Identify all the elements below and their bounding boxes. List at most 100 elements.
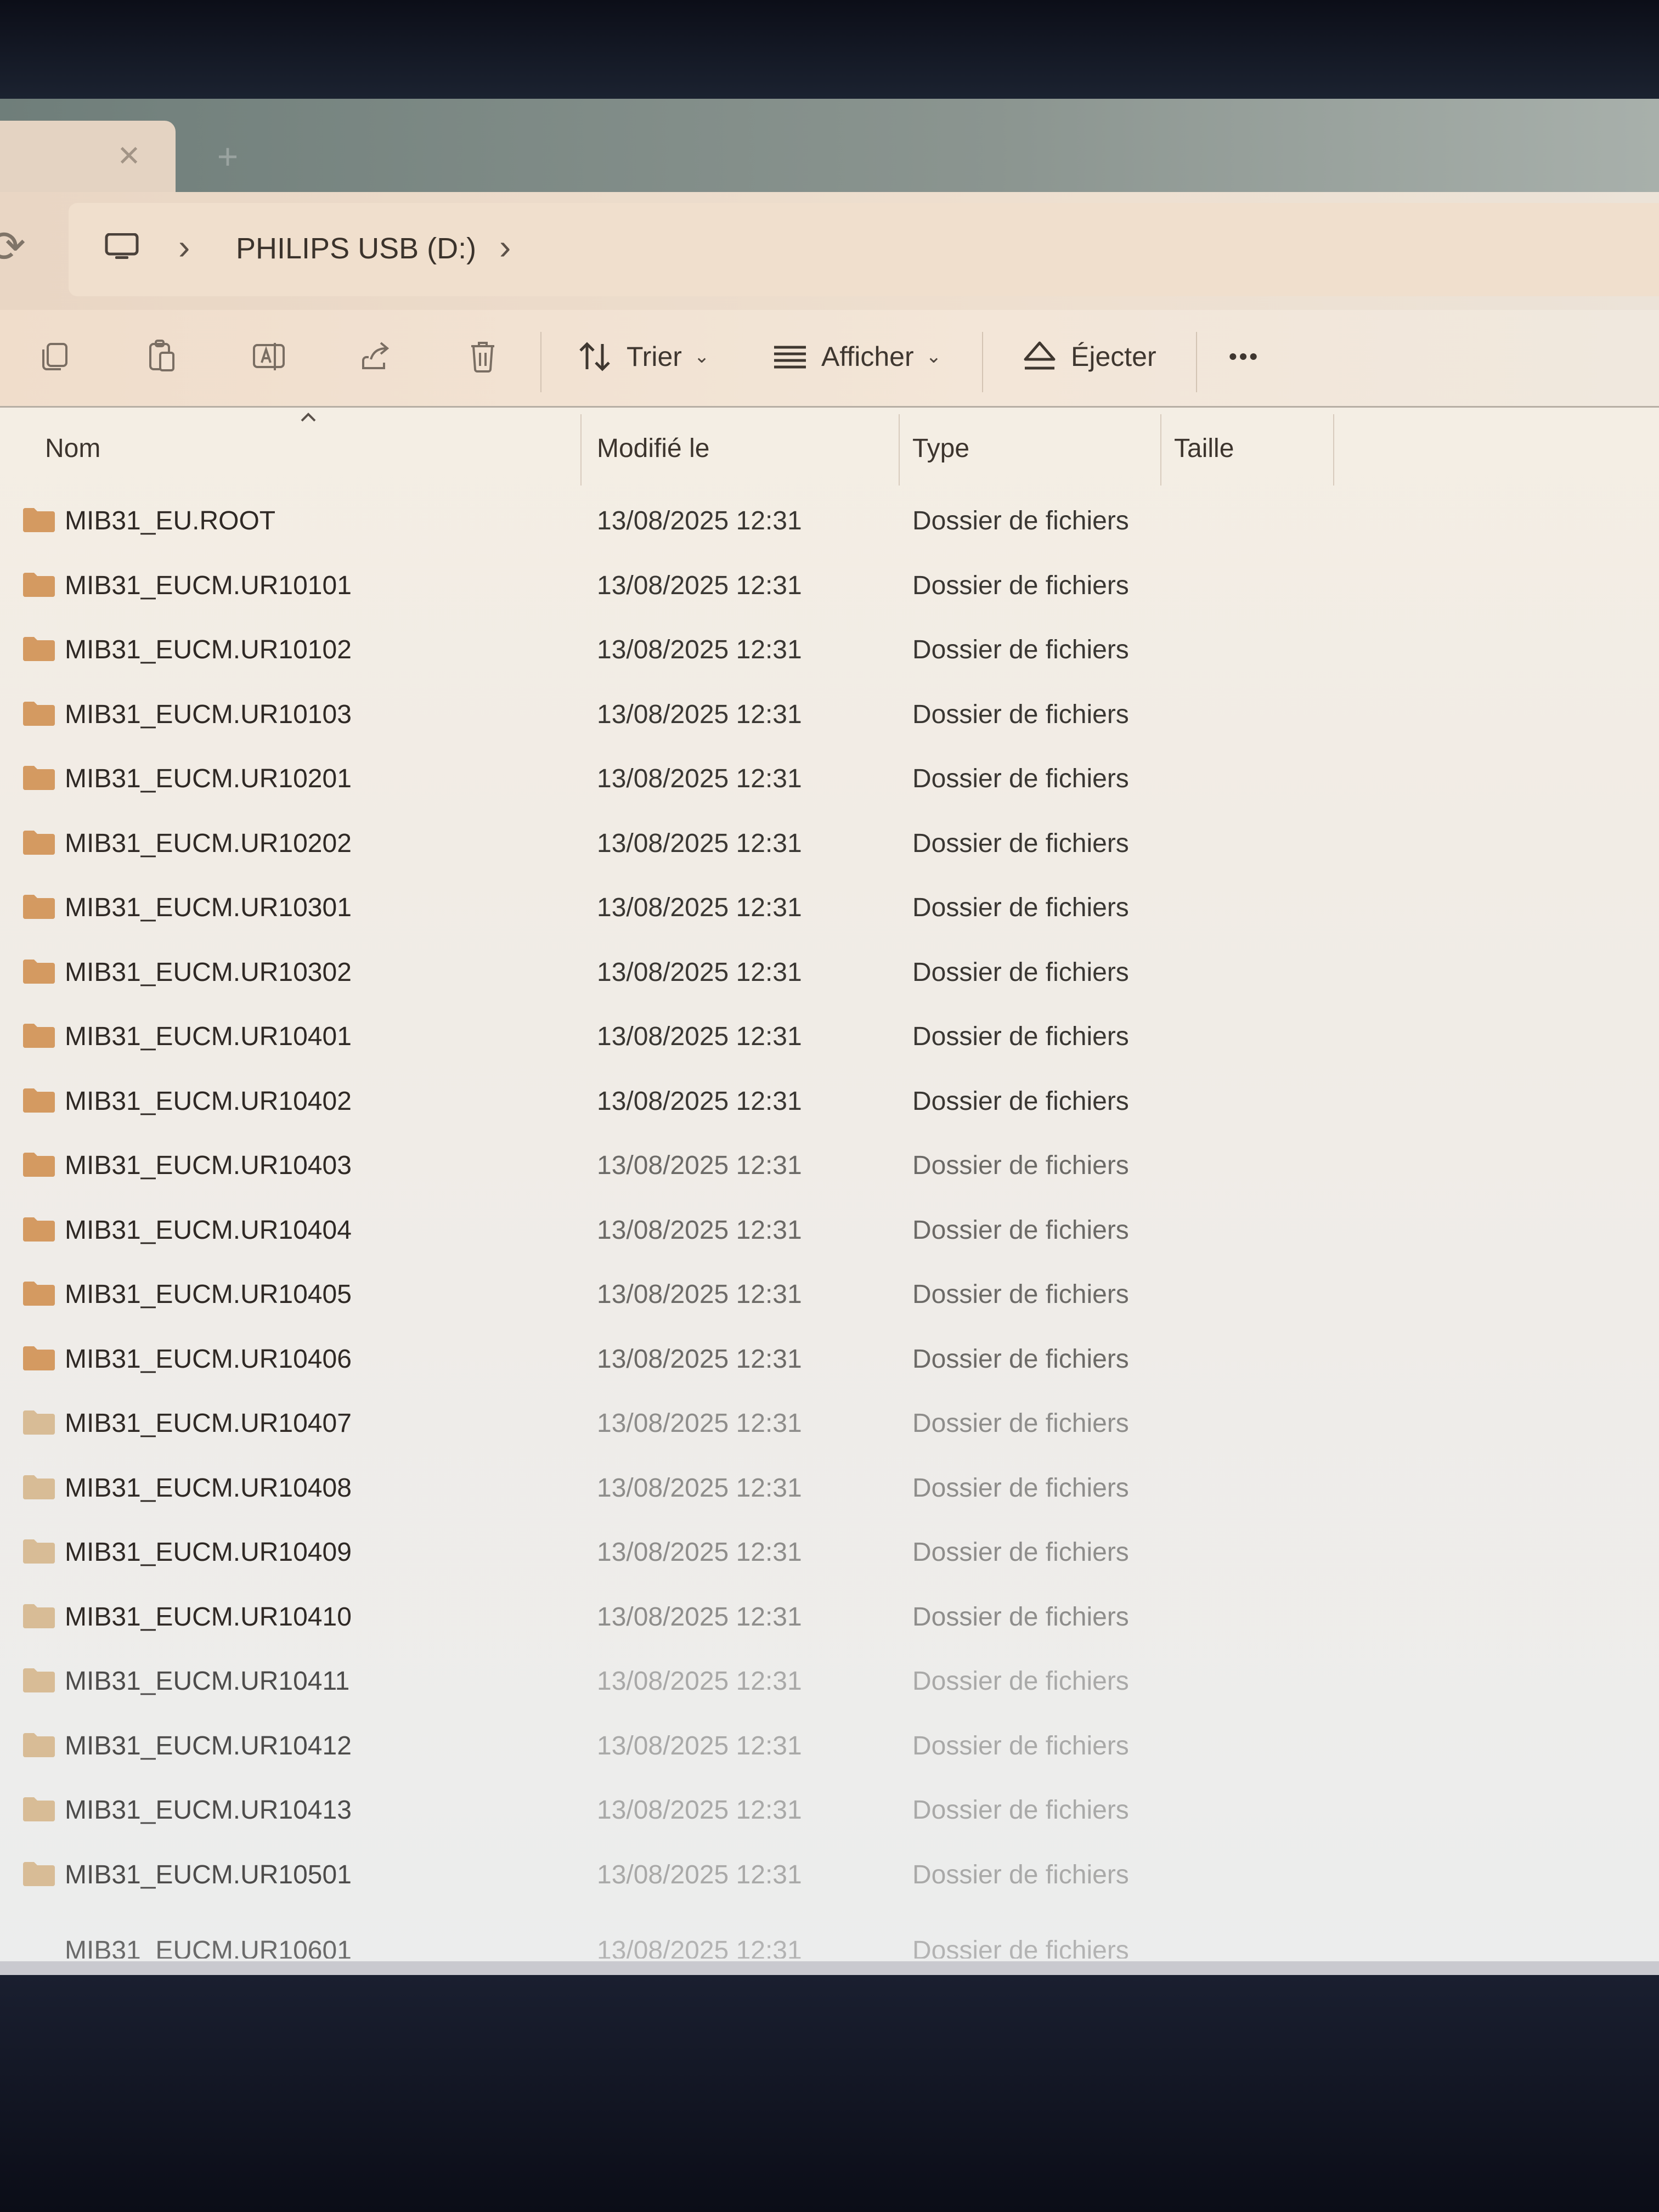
- file-modified: 13/08/2025 12:31: [597, 1409, 802, 1438]
- table-row[interactable]: MIB31_EU.ROOT 13/08/2025 12:31 Dossier de …: [0, 488, 1659, 553]
- column-header-modified[interactable]: Modifié le: [597, 433, 709, 464]
- folder-icon: [23, 1539, 55, 1564]
- folder-icon: [23, 1282, 55, 1306]
- file-modified: 13/08/2025 12:31: [597, 1538, 802, 1567]
- table-row[interactable]: MIB31_EUCM.UR10103 13/08/2025 12:31 Dossie…: [0, 682, 1659, 747]
- breadcrumb-separator[interactable]: ›: [178, 225, 190, 269]
- file-name: MIB31_EUCM.UR10402: [65, 1086, 352, 1116]
- copy-button[interactable]: [36, 332, 74, 381]
- sort-label: Trier: [627, 341, 682, 372]
- view-label: Afficher: [821, 341, 914, 372]
- table-row[interactable]: MIB31_EUCM.UR10413 13/08/2025 12:31 Dossie…: [0, 1778, 1659, 1842]
- folder-icon: [23, 701, 55, 726]
- screen-bottom-edge: [0, 1961, 1659, 1975]
- file-name: MIB31_EUCM.UR10202: [65, 828, 352, 858]
- file-name: MIB31_EUCM.UR10103: [65, 699, 352, 729]
- delete-button[interactable]: [464, 332, 502, 381]
- sort-button[interactable]: Trier ⌄: [576, 332, 709, 381]
- table-row[interactable]: MIB31_EUCM.UR10102 13/08/2025 12:31 Dossie…: [0, 617, 1659, 682]
- breadcrumb-drive[interactable]: PHILIPS USB (D:): [236, 232, 476, 266]
- file-modified: 13/08/2025 12:31: [597, 957, 802, 987]
- table-row[interactable]: MIB31_EUCM.UR10410 13/08/2025 12:31 Dossie…: [0, 1584, 1659, 1649]
- column-divider[interactable]: [899, 414, 900, 486]
- view-button[interactable]: Afficher ⌄: [771, 332, 941, 381]
- table-row[interactable]: MIB31_EUCM.UR10404 13/08/2025 12:31 Dossie…: [0, 1198, 1659, 1262]
- column-header-name[interactable]: Nom: [45, 433, 100, 464]
- file-name: MIB31_EUCM.UR10412: [65, 1731, 352, 1760]
- file-modified: 13/08/2025 12:31: [597, 699, 802, 729]
- column-header-size[interactable]: Taille: [1174, 433, 1234, 464]
- table-row[interactable]: MIB31_EUCM.UR10405 13/08/2025 12:31 Dossie…: [0, 1262, 1659, 1327]
- paste-button[interactable]: [143, 332, 181, 381]
- file-modified: 13/08/2025 12:31: [597, 1602, 802, 1632]
- tab-active[interactable]: ✕: [0, 121, 176, 192]
- toolbar-separator: [982, 332, 983, 392]
- eject-button[interactable]: Éjecter: [1020, 332, 1156, 381]
- file-type: Dossier de fichiers: [912, 1344, 1129, 1374]
- rename-button[interactable]: [250, 332, 288, 381]
- sort-ascending-icon: [301, 413, 316, 422]
- file-modified: 13/08/2025 12:31: [597, 571, 802, 600]
- paste-icon: [149, 340, 174, 371]
- table-row[interactable]: MIB31_EUCM.UR10411 13/08/2025 12:31 Dossie…: [0, 1649, 1659, 1713]
- eject-label: Éjecter: [1071, 341, 1156, 372]
- table-row[interactable]: MIB31_EUCM.UR10403 13/08/2025 12:31 Dossie…: [0, 1133, 1659, 1198]
- table-row[interactable]: MIB31_EUCM.UR10302 13/08/2025 12:31 Dossie…: [0, 940, 1659, 1005]
- file-name: MIB31_EUCM.UR10410: [65, 1602, 352, 1632]
- table-row[interactable]: MIB31_EUCM.UR10101 13/08/2025 12:31 Dossie…: [0, 553, 1659, 618]
- folder-icon: [23, 1861, 55, 1886]
- file-explorer-window: ✕ + ⟳ › PHILIPS USB (D:) › Trier ⌄ Affic…: [0, 99, 1659, 1975]
- file-modified: 13/08/2025 12:31: [597, 1860, 802, 1889]
- file-name: MIB31_EUCM.UR10413: [65, 1796, 352, 1825]
- table-row[interactable]: MIB31_EUCM.UR10301 13/08/2025 12:31 Dossie…: [0, 875, 1659, 940]
- toolbar-separator: [540, 332, 541, 392]
- table-row[interactable]: MIB31_EUCM.UR10501 13/08/2025 12:31 Dossie…: [0, 1842, 1659, 1907]
- column-divider[interactable]: [1333, 414, 1334, 486]
- address-bar[interactable]: › PHILIPS USB (D:) ›: [69, 203, 1659, 296]
- computer-icon[interactable]: [104, 233, 139, 261]
- folder-icon: [23, 1668, 55, 1692]
- share-icon: [362, 342, 390, 369]
- monitor-bezel-bottom: [0, 1975, 1659, 2212]
- folder-icon: [23, 1475, 55, 1499]
- more-options-button[interactable]: •••: [1229, 332, 1260, 381]
- table-row[interactable]: MIB31_EUCM.UR10408 13/08/2025 12:31 Dossie…: [0, 1455, 1659, 1520]
- table-row[interactable]: MIB31_EUCM.UR10402 13/08/2025 12:31 Dossie…: [0, 1069, 1659, 1133]
- file-type: Dossier de fichiers: [912, 1860, 1129, 1889]
- file-type: Dossier de fichiers: [912, 1086, 1129, 1116]
- eject-icon: [1024, 341, 1056, 370]
- file-name: MIB31_EUCM.UR10101: [65, 571, 352, 600]
- table-row-partial[interactable]: MIB31_EUCM.UR10601 13/08/2025 12:31 Doss…: [0, 1937, 1659, 1959]
- file-name: MIB31_EUCM.UR10405: [65, 1280, 352, 1309]
- table-row[interactable]: MIB31_EUCM.UR10412 13/08/2025 12:31 Dossie…: [0, 1713, 1659, 1778]
- folder-icon: [23, 1217, 55, 1242]
- file-type: Dossier de fichiers: [912, 1022, 1129, 1051]
- file-name: MIB31_EUCM.UR10301: [65, 893, 352, 922]
- table-row[interactable]: MIB31_EUCM.UR10202 13/08/2025 12:31 Dossie…: [0, 811, 1659, 876]
- table-row[interactable]: MIB31_EUCM.UR10201 13/08/2025 12:31 Dossie…: [0, 746, 1659, 811]
- file-name: MIB31_EUCM.UR10411: [65, 1667, 350, 1696]
- refresh-icon[interactable]: ⟳: [0, 222, 26, 272]
- folder-icon: [23, 1797, 55, 1821]
- breadcrumb-separator[interactable]: ›: [499, 225, 511, 269]
- folder-icon: [23, 508, 55, 532]
- table-row[interactable]: MIB31_EUCM.UR10409 13/08/2025 12:31 Dossie…: [0, 1520, 1659, 1584]
- file-type: Dossier de fichiers: [912, 635, 1129, 664]
- folder-icon: [23, 895, 55, 919]
- table-row[interactable]: MIB31_EUCM.UR10401 13/08/2025 12:31 Dossie…: [0, 1004, 1659, 1069]
- file-type: Dossier de fichiers: [912, 957, 1129, 987]
- file-name: MIB31_EUCM.UR10403: [65, 1151, 352, 1180]
- column-divider[interactable]: [1160, 414, 1161, 486]
- file-modified: 13/08/2025 12:31: [597, 1796, 802, 1825]
- file-type: Dossier de fichiers: [912, 1731, 1129, 1760]
- file-type: Dossier de fichiers: [912, 506, 1129, 535]
- file-type: Dossier de fichiers: [912, 1796, 1129, 1825]
- share-button[interactable]: [357, 332, 395, 381]
- file-name: MIB31_EUCM.UR10408: [65, 1473, 352, 1503]
- table-row[interactable]: MIB31_EUCM.UR10406 13/08/2025 12:31 Dossie…: [0, 1327, 1659, 1391]
- table-row[interactable]: MIB31_EUCM.UR10407 13/08/2025 12:31 Dossie…: [0, 1391, 1659, 1455]
- column-header-type[interactable]: Type: [912, 433, 969, 464]
- new-tab-button[interactable]: +: [211, 138, 244, 174]
- column-divider[interactable]: [580, 414, 582, 486]
- close-tab-icon[interactable]: ✕: [115, 142, 143, 171]
